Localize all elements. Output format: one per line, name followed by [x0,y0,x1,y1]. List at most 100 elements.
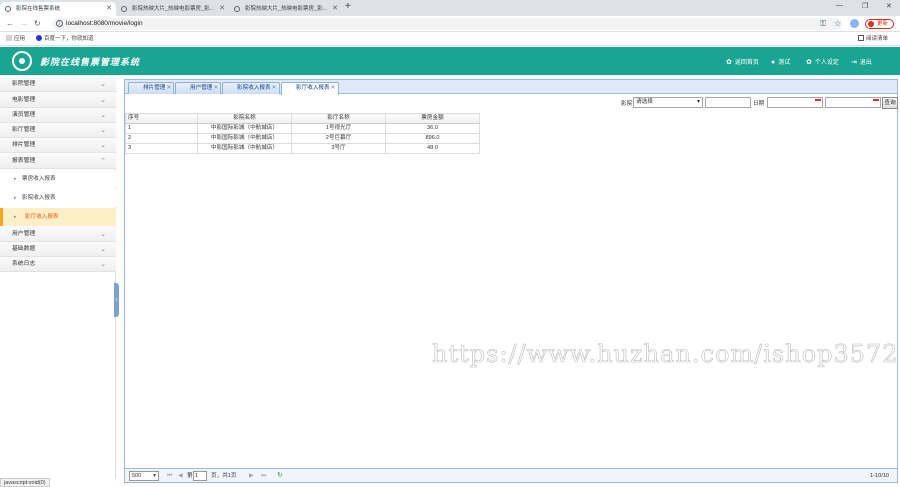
back-icon[interactable]: ← [6,19,14,29]
page-size-select[interactable]: 500 ▾ [129,471,159,481]
chevron-down-icon: ⌄ [100,97,106,104]
tab-users[interactable]: 用户管理 ✕ [175,82,222,94]
date-end-input[interactable] [825,97,881,108]
user-icon: ● [771,59,776,66]
nav-settings[interactable]: ✿ 个人设定 [806,57,839,66]
last-page-icon[interactable]: ⏭ [261,471,266,481]
record-summary: 1-10/10 [870,473,889,479]
table-row[interactable]: 2 中影国际影城（中航城店） 2号巨幕厅 896.0 [125,133,480,144]
reload-icon[interactable]: ↻ [34,19,41,29]
sidebar-subitem-boxoffice-report[interactable]: ▸ 票房收入报表 [0,170,116,188]
date-filter-label: 日期 [753,101,765,107]
cinema-select[interactable]: 请选择 ▾ [633,97,703,108]
close-icon[interactable]: ✕ [219,2,225,16]
tab-schedule[interactable]: 排片管理 ✕ [128,82,175,94]
sidebar-item-basedata[interactable]: 基础数据 ⌄ [0,242,116,257]
sidebar-subitem-cinema-report[interactable]: ▸ 影院收入报表 [0,189,116,207]
calendar-icon[interactable] [815,99,821,103]
filter-toolbar: 影院 请选择 ▾ 日期 查询 [125,95,898,111]
nav-logout[interactable]: ⇥ 退出 [851,57,872,66]
cell-index: 1 [125,123,198,134]
column-header-hall[interactable]: 影厅名称 [291,113,386,124]
cell-amount: 48.0 [385,143,480,154]
cell-amount: 36.0 [385,123,480,134]
date-start-input[interactable] [767,97,823,108]
close-icon[interactable]: ✕ [332,2,338,16]
maximize-icon[interactable]: ❐ [862,2,868,10]
sidebar-item-syslog[interactable]: 系统日志 ⌄ [0,257,116,272]
browser-tab[interactable]: 影院热映大片_热映电影票房_影... ✕ [116,2,229,16]
close-window-icon[interactable]: ✕ [886,2,892,10]
first-page-icon[interactable]: ⏮ [167,471,172,481]
forward-icon[interactable]: → [20,19,28,29]
close-icon[interactable]: ✕ [272,83,277,94]
page-number-input[interactable]: 1 [193,471,207,481]
new-tab-button[interactable]: + [345,1,351,12]
bookmark-apps[interactable]: 应用 [6,32,25,46]
column-header-cinema[interactable]: 影院名称 [197,113,292,124]
bookmarks-bar: 应用 百度一下，你就知道 阅读清单 [0,32,900,46]
cell-amount: 896.0 [385,133,480,144]
url-input[interactable]: i localhost:8080/movie/login [52,18,842,30]
column-header-index[interactable]: 序号 [125,113,198,124]
tab-hall-report[interactable]: 影厅收入报表 ✕ [281,82,339,95]
app-title: 影院在线售票管理系统 [40,58,141,68]
table-row[interactable]: 1 中影国际影城（中航城店） 1号视光厅 36.0 [125,123,480,134]
baidu-paw-icon [36,35,42,41]
sidebar-item-movie[interactable]: 电影管理 ⌄ [0,93,116,108]
hall-filter-input[interactable] [705,97,751,108]
update-button[interactable]: 更新 [865,19,895,29]
close-icon[interactable]: ✕ [106,2,112,16]
sidebar-subitem-hall-report[interactable]: ▸ 影厅收入报表 [0,208,116,226]
main-panel: 排片管理 ✕ 用户管理 ✕ 影院收入报表 ✕ 影厅收入报表 ✕ 影院 请选择 ▾ 日期 查… [124,79,898,483]
page-count-label: 页，共1页 [211,473,237,479]
sidebar-item-users[interactable]: 用户管理 ⌄ [0,227,116,242]
cinema-filter-label: 影院 [621,101,633,107]
table-row[interactable]: 3 中影国际影城（中航城店） 3号厅 48.0 [125,143,480,154]
exit-icon: ⇥ [851,59,857,66]
chevron-down-icon: ⌄ [100,81,106,88]
sidebar-item-cinema[interactable]: 影院管理 ⌄ [0,77,116,92]
cell-cinema: 中影国际影城（中航城店） [197,133,292,144]
avatar[interactable] [850,19,859,28]
close-icon[interactable]: ✕ [166,83,171,94]
minimize-icon[interactable]: — [836,2,843,9]
sidebar-item-hall[interactable]: 影厅管理 ⌄ [0,123,116,138]
close-icon[interactable]: ✕ [331,83,336,94]
caret-right-icon: ▸ [14,195,17,201]
report-grid: 序号 影院名称 影厅名称 票房金额 1 中影国际影城（中航城店） 1号视光厅 3… [125,113,480,154]
globe-icon [121,6,127,12]
reading-list-icon [858,35,864,41]
bookmark-baidu[interactable]: 百度一下，你就知道 [36,32,94,46]
reading-list[interactable]: 阅读清单 [858,32,888,46]
avatar-icon [868,21,874,27]
key-icon[interactable]: ⚿ [820,19,826,29]
sidebar-item-report[interactable]: 报表管理 ⌃ [0,154,116,169]
close-icon[interactable]: ✕ [213,83,218,94]
next-page-icon[interactable]: ▶ [249,471,254,481]
info-icon[interactable]: i [56,20,63,27]
chevron-down-icon: ▾ [696,99,700,105]
prev-page-icon[interactable]: ◀ [178,471,183,481]
tab-cinema-report[interactable]: 影院收入报表 ✕ [222,82,280,94]
browser-tab[interactable]: 影院热映大片_热映电影票房_影... ✕ [229,2,342,16]
chevron-down-icon: ⌄ [100,231,106,238]
star-icon[interactable]: ☆ [834,19,841,29]
address-bar: ← → ↻ i localhost:8080/movie/login ⚿ ☆ 更… [0,16,900,32]
cell-hall: 2号巨幕厅 [291,133,386,144]
query-button[interactable]: 查询 [882,97,898,109]
sidebar-item-actor[interactable]: 演员管理 ⌄ [0,108,116,123]
page-tabs: 排片管理 ✕ 用户管理 ✕ 影院收入报表 ✕ 影厅收入报表 ✕ [125,80,897,95]
apps-grid-icon [6,35,12,41]
grid-header-row: 序号 影院名称 影厅名称 票房金额 [125,113,480,124]
calendar-icon[interactable] [873,99,879,103]
nav-home[interactable]: ✿ 返回首页 [726,57,759,66]
refresh-icon[interactable]: ↻ [277,471,283,481]
column-header-amount[interactable]: 票房金额 [385,113,480,124]
sidebar-item-schedule[interactable]: 排片管理 ⌄ [0,138,116,153]
nav-user[interactable]: ● 测试 [771,57,790,66]
sidebar-collapse-handle[interactable]: ‹ [114,283,119,317]
browser-tab-active[interactable]: 影院在线售票系统 ✕ [0,2,116,16]
browser-status-bar: javascript:void(0) [0,478,50,487]
gear-icon: ✿ [726,59,732,66]
